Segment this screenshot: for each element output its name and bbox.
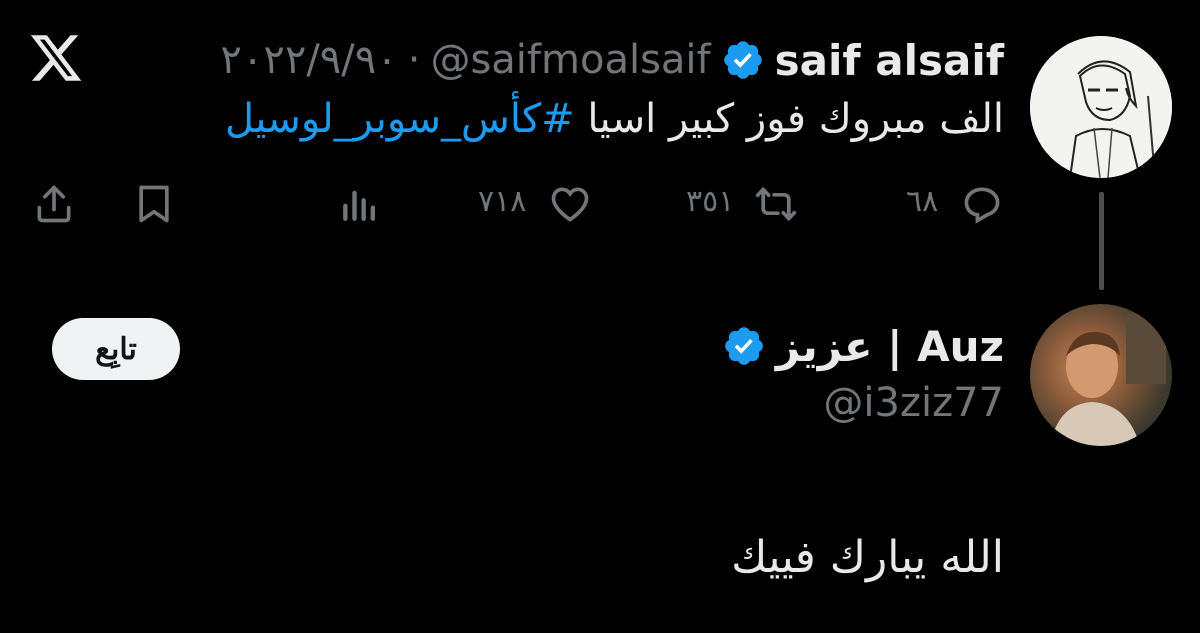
thread-connector [1099, 192, 1104, 290]
hashtag-link[interactable]: #كأس_سوبر_لوسيل [225, 96, 575, 142]
views-icon[interactable] [338, 182, 382, 226]
retweet-count: ٣٥١ [686, 184, 735, 219]
bookmark-icon[interactable] [132, 182, 176, 226]
like-count: ٧١٨ [478, 184, 527, 219]
reply-author-name[interactable]: عزيز | Auz [776, 322, 1004, 371]
tweet-body: الف مبروك فوز كبير اسيا [574, 96, 1004, 142]
reply-author-avatar[interactable] [1030, 304, 1172, 446]
reply-count: ٦٨ [906, 184, 939, 219]
reply-author-handle[interactable]: @i3ziz77 [823, 380, 1004, 426]
tweet-text: الف مبروك فوز كبير اسيا #كأس_سوبر_لوسيل [225, 96, 1004, 142]
verified-badge-icon[interactable] [722, 324, 766, 368]
retweet-icon[interactable] [754, 182, 798, 226]
reply-icon[interactable] [960, 182, 1004, 226]
follow-button[interactable]: تابِع [52, 318, 180, 380]
author-avatar[interactable] [1030, 36, 1172, 178]
heart-icon[interactable] [548, 182, 592, 226]
tweet-header: ٢٠٢٢/٩/٩٠ · @saifmoalsaif saif alsaif [220, 34, 1004, 86]
reply-text: الله يبارك فييك [731, 532, 1004, 583]
reply-author-row: عزيز | Auz [722, 318, 1004, 374]
share-icon[interactable] [32, 182, 76, 226]
tweet-date[interactable]: ٢٠٢٢/٩/٩٠ [220, 37, 397, 83]
author-handle[interactable]: @saifmoalsaif [430, 37, 710, 83]
x-logo-icon[interactable] [28, 30, 84, 86]
separator-dot: · [407, 37, 421, 83]
verified-badge-icon[interactable] [721, 38, 765, 82]
author-name[interactable]: saif alsaif [775, 36, 1004, 85]
